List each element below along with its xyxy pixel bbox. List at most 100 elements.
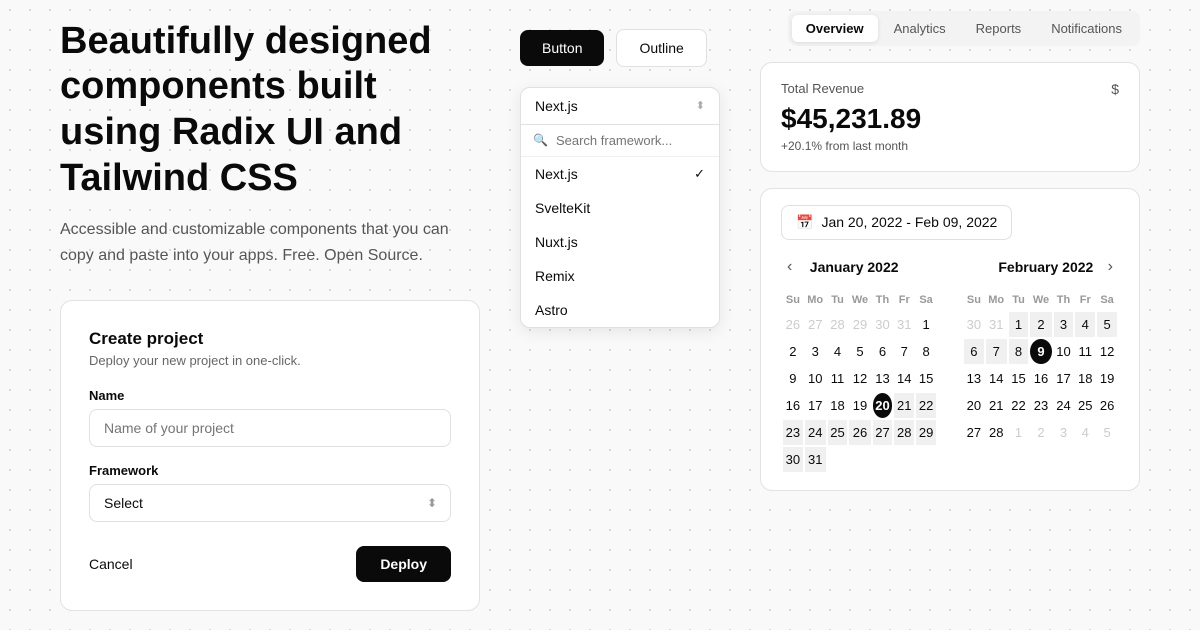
- table-row[interactable]: 4: [828, 339, 848, 364]
- table-row[interactable]: 14: [894, 366, 914, 391]
- tab-overview[interactable]: Overview: [792, 15, 878, 42]
- table-row[interactable]: 16: [783, 393, 803, 418]
- hero-title: Beautifully designed components built us…: [60, 19, 480, 201]
- framework-trigger[interactable]: Next.js ⬍: [521, 88, 719, 125]
- table-row[interactable]: 23: [1030, 393, 1051, 418]
- table-row[interactable]: 28: [828, 312, 848, 337]
- table-row[interactable]: 11: [828, 366, 848, 391]
- feb-header: February 2022 ›: [962, 256, 1119, 278]
- framework-option-nuxtjs[interactable]: Nuxt.js: [521, 225, 719, 259]
- framework-option-remix[interactable]: Remix: [521, 259, 719, 293]
- table-row[interactable]: 25: [1075, 393, 1095, 418]
- outline-button[interactable]: Outline: [616, 29, 706, 67]
- table-row[interactable]: 26: [783, 312, 803, 337]
- jan-selected-start[interactable]: 20: [873, 393, 893, 418]
- table-row[interactable]: 30: [783, 447, 803, 472]
- cancel-button[interactable]: Cancel: [89, 556, 133, 572]
- table-row[interactable]: 12: [1097, 339, 1117, 364]
- feb-col-sa: Sa: [1097, 290, 1117, 310]
- table-row[interactable]: 28: [986, 420, 1007, 445]
- table-row[interactable]: 31: [805, 447, 826, 472]
- revenue-header: Total Revenue $: [781, 81, 1119, 97]
- table-row[interactable]: 5: [849, 339, 870, 364]
- tab-notifications[interactable]: Notifications: [1037, 15, 1136, 42]
- table-row[interactable]: 17: [1054, 366, 1074, 391]
- table-row[interactable]: 3: [1054, 420, 1074, 445]
- table-row[interactable]: 8: [916, 339, 936, 364]
- tab-analytics[interactable]: Analytics: [880, 15, 960, 42]
- table-row[interactable]: 19: [849, 393, 870, 418]
- table-row[interactable]: 8: [1009, 339, 1029, 364]
- table-row[interactable]: 1: [1009, 312, 1029, 337]
- table-row[interactable]: 6: [873, 339, 893, 364]
- framework-select[interactable]: Select: [89, 484, 451, 522]
- table-row[interactable]: 18: [1075, 366, 1095, 391]
- feb-selected-end[interactable]: 9: [1030, 339, 1051, 364]
- table-row[interactable]: 28: [894, 420, 914, 445]
- table-row[interactable]: 17: [805, 393, 826, 418]
- table-row[interactable]: 31: [986, 312, 1007, 337]
- table-row[interactable]: 30: [873, 312, 893, 337]
- table-row[interactable]: 19: [1097, 366, 1117, 391]
- table-row[interactable]: 3: [805, 339, 826, 364]
- table-row[interactable]: 4: [1075, 420, 1095, 445]
- table-row[interactable]: 27: [873, 420, 893, 445]
- table-row[interactable]: 10: [805, 366, 826, 391]
- table-row[interactable]: 26: [1097, 393, 1117, 418]
- table-row[interactable]: 9: [783, 366, 803, 391]
- table-row[interactable]: 22: [1009, 393, 1029, 418]
- framework-option-nextjs[interactable]: Next.js ✓: [521, 157, 719, 191]
- table-row[interactable]: 20: [964, 393, 984, 418]
- framework-arrows-icon: ⬍: [696, 99, 705, 112]
- table-row[interactable]: 11: [1075, 339, 1095, 364]
- prev-month-button[interactable]: ‹: [781, 256, 798, 278]
- framework-option-sveltekit[interactable]: SvelteKit: [521, 191, 719, 225]
- table-row[interactable]: 24: [1054, 393, 1074, 418]
- table-row[interactable]: 23: [783, 420, 803, 445]
- table-row[interactable]: 16: [1030, 366, 1051, 391]
- table-row[interactable]: 13: [964, 366, 984, 391]
- table-row[interactable]: 5: [1097, 420, 1117, 445]
- date-range-header[interactable]: 📅 Jan 20, 2022 - Feb 09, 2022: [781, 205, 1012, 240]
- deploy-button[interactable]: Deploy: [356, 546, 451, 582]
- table-row[interactable]: 2: [783, 339, 803, 364]
- table-row[interactable]: 1: [916, 312, 936, 337]
- next-month-button[interactable]: ›: [1102, 256, 1119, 278]
- table-row[interactable]: 26: [849, 420, 870, 445]
- feb-col-th: Th: [1054, 290, 1074, 310]
- table-row[interactable]: 13: [873, 366, 893, 391]
- framework-search-input[interactable]: [556, 133, 707, 148]
- revenue-card: Total Revenue $ $45,231.89 +20.1% from l…: [760, 62, 1140, 172]
- table-row[interactable]: 25: [828, 420, 848, 445]
- table-row[interactable]: 2: [1030, 420, 1051, 445]
- table-row[interactable]: 22: [916, 393, 936, 418]
- framework-option-astro[interactable]: Astro: [521, 293, 719, 327]
- table-row[interactable]: 27: [964, 420, 984, 445]
- table-row[interactable]: 18: [828, 393, 848, 418]
- feb-month-label: February 2022: [998, 259, 1093, 275]
- table-row[interactable]: 2: [1030, 312, 1051, 337]
- table-row[interactable]: 7: [986, 339, 1007, 364]
- table-row[interactable]: 14: [986, 366, 1007, 391]
- table-row[interactable]: 27: [805, 312, 826, 337]
- table-row[interactable]: 5: [1097, 312, 1117, 337]
- table-row[interactable]: 29: [916, 420, 936, 445]
- table-row[interactable]: 24: [805, 420, 826, 445]
- table-row[interactable]: 31: [894, 312, 914, 337]
- table-row[interactable]: 10: [1054, 339, 1074, 364]
- tab-reports[interactable]: Reports: [962, 15, 1036, 42]
- table-row[interactable]: 15: [916, 366, 936, 391]
- table-row[interactable]: 29: [849, 312, 870, 337]
- table-row[interactable]: 30: [964, 312, 984, 337]
- table-row[interactable]: 6: [964, 339, 984, 364]
- table-row[interactable]: 21: [986, 393, 1007, 418]
- table-row[interactable]: 3: [1054, 312, 1074, 337]
- table-row[interactable]: 12: [849, 366, 870, 391]
- table-row[interactable]: 21: [894, 393, 914, 418]
- solid-button[interactable]: Button: [520, 30, 604, 66]
- table-row[interactable]: 1: [1009, 420, 1029, 445]
- table-row[interactable]: 15: [1009, 366, 1029, 391]
- project-name-input[interactable]: [89, 409, 451, 447]
- table-row[interactable]: 7: [894, 339, 914, 364]
- table-row[interactable]: 4: [1075, 312, 1095, 337]
